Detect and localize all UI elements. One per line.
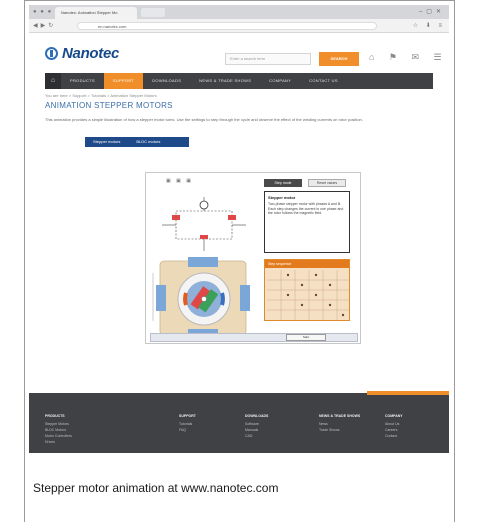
- applet-control-strip[interactable]: [150, 333, 358, 342]
- address-bar: ◀▶↻ en.nanotec.com ☆ ⬇ ≡: [29, 19, 449, 33]
- footer-link[interactable]: CAD: [245, 433, 268, 439]
- main-nav: ⌂ PRODUCTS SUPPORT DOWNLOADS NEWS & TRADE S…: [45, 73, 433, 89]
- figure-caption: Stepper motor animation at www.nanotec.c…: [33, 481, 279, 495]
- nav-item-contact-us[interactable]: CONTACT US: [300, 73, 347, 89]
- footer-column: DOWNLOADS Software Manuals CAD: [245, 413, 268, 439]
- new-tab-button[interactable]: [141, 8, 165, 17]
- screenshot: ● ● ● Nanotec: Animation Stepper Mo –▢✕ …: [29, 5, 449, 453]
- url-field[interactable]: en.nanotec.com: [77, 22, 377, 30]
- footer-accent: [367, 391, 449, 395]
- motor-diagram: [152, 197, 250, 337]
- footer-column-title: COMPANY: [385, 414, 403, 418]
- info-text: Two-phase stepper motor with phases A an…: [268, 202, 344, 215]
- logo[interactable]: Nanotec: [45, 45, 119, 62]
- page-title: ANIMATION STEPPER MOTORS: [45, 101, 173, 110]
- nav-item-downloads[interactable]: DOWNLOADS: [143, 73, 190, 89]
- subtab-bldc[interactable]: BLDC motors: [128, 137, 168, 147]
- info-title: Stepper motor: [268, 195, 296, 200]
- start-button[interactable]: Start: [286, 334, 326, 341]
- nav-item-news-trade-shows[interactable]: NEWS & TRADE SHOWS: [190, 73, 260, 89]
- window-controls-icon[interactable]: –▢✕: [419, 8, 445, 15]
- motor-animation-applet: ▣ ▣ ▣ Step mode Reset values Stepper mot…: [145, 172, 361, 344]
- step-table-grid: [267, 270, 349, 320]
- footer-column-title: PRODUCTS: [45, 414, 65, 418]
- footer-column-title: NEWS & TRADE SHOWS: [319, 414, 361, 418]
- reset-button[interactable]: Reset values: [308, 179, 346, 187]
- intro-text: This animation provides a simple illustr…: [45, 117, 363, 122]
- step-table-panel: Step sequence: [264, 259, 350, 321]
- footer-link[interactable]: FAQ: [179, 427, 196, 433]
- footer-column-title: SUPPORT: [179, 414, 196, 418]
- footer-column: PRODUCTS Stepper Motors BLDC Motors Motor C…: [45, 413, 72, 445]
- search-input[interactable]: Enter a search term: [225, 53, 311, 65]
- footer-link[interactable]: Trade Shows: [319, 427, 360, 433]
- window-dots-icon[interactable]: ● ● ●: [33, 9, 52, 15]
- info-panel: Stepper motor Two-phase stepper motor wi…: [264, 191, 350, 253]
- footer-link[interactable]: Drives: [45, 439, 72, 445]
- nav-item-products[interactable]: PRODUCTS: [61, 73, 104, 89]
- step-mode-button[interactable]: Step mode: [264, 179, 302, 187]
- home-icon[interactable]: ⌂: [45, 73, 61, 89]
- logo-mark-icon: [45, 47, 58, 60]
- footer-column: NEWS & TRADE SHOWS News Trade Shows: [319, 413, 360, 433]
- footer-column: COMPANY About Us Careers Contact: [385, 413, 403, 439]
- logo-text: Nanotec: [62, 45, 120, 62]
- footer-column-title: DOWNLOADS: [245, 414, 269, 418]
- nav-item-company[interactable]: COMPANY: [260, 73, 300, 89]
- footer-column: SUPPORT Tutorials FAQ: [179, 413, 196, 433]
- nav-arrows-icon[interactable]: ◀▶↻: [33, 22, 56, 29]
- sub-tabs: Stepper motors BLDC motors: [85, 137, 189, 147]
- browser-tab-bar: ● ● ● Nanotec: Animation Stepper Mo –▢✕: [29, 5, 449, 19]
- browser-tab[interactable]: Nanotec: Animation Stepper Mo: [55, 7, 137, 19]
- breadcrumb: You are here > Support > Tutorials > Ani…: [45, 93, 157, 98]
- browser-tools-icon[interactable]: ☆ ⬇ ≡: [413, 22, 445, 29]
- header-icons[interactable]: ⌂ ⚑ ✉ ☰: [369, 52, 448, 63]
- applet-toolbar-icons[interactable]: ▣ ▣ ▣: [166, 178, 193, 184]
- footer-link[interactable]: Contact: [385, 433, 403, 439]
- subtab-stepper[interactable]: Stepper motors: [85, 137, 128, 147]
- site-header: Nanotec Enter a search term SEARCH ⌂ ⚑ ✉…: [29, 34, 449, 74]
- search-button[interactable]: SEARCH: [319, 52, 359, 66]
- step-table-title: Step sequence: [265, 260, 349, 268]
- nav-item-support[interactable]: SUPPORT: [103, 73, 144, 89]
